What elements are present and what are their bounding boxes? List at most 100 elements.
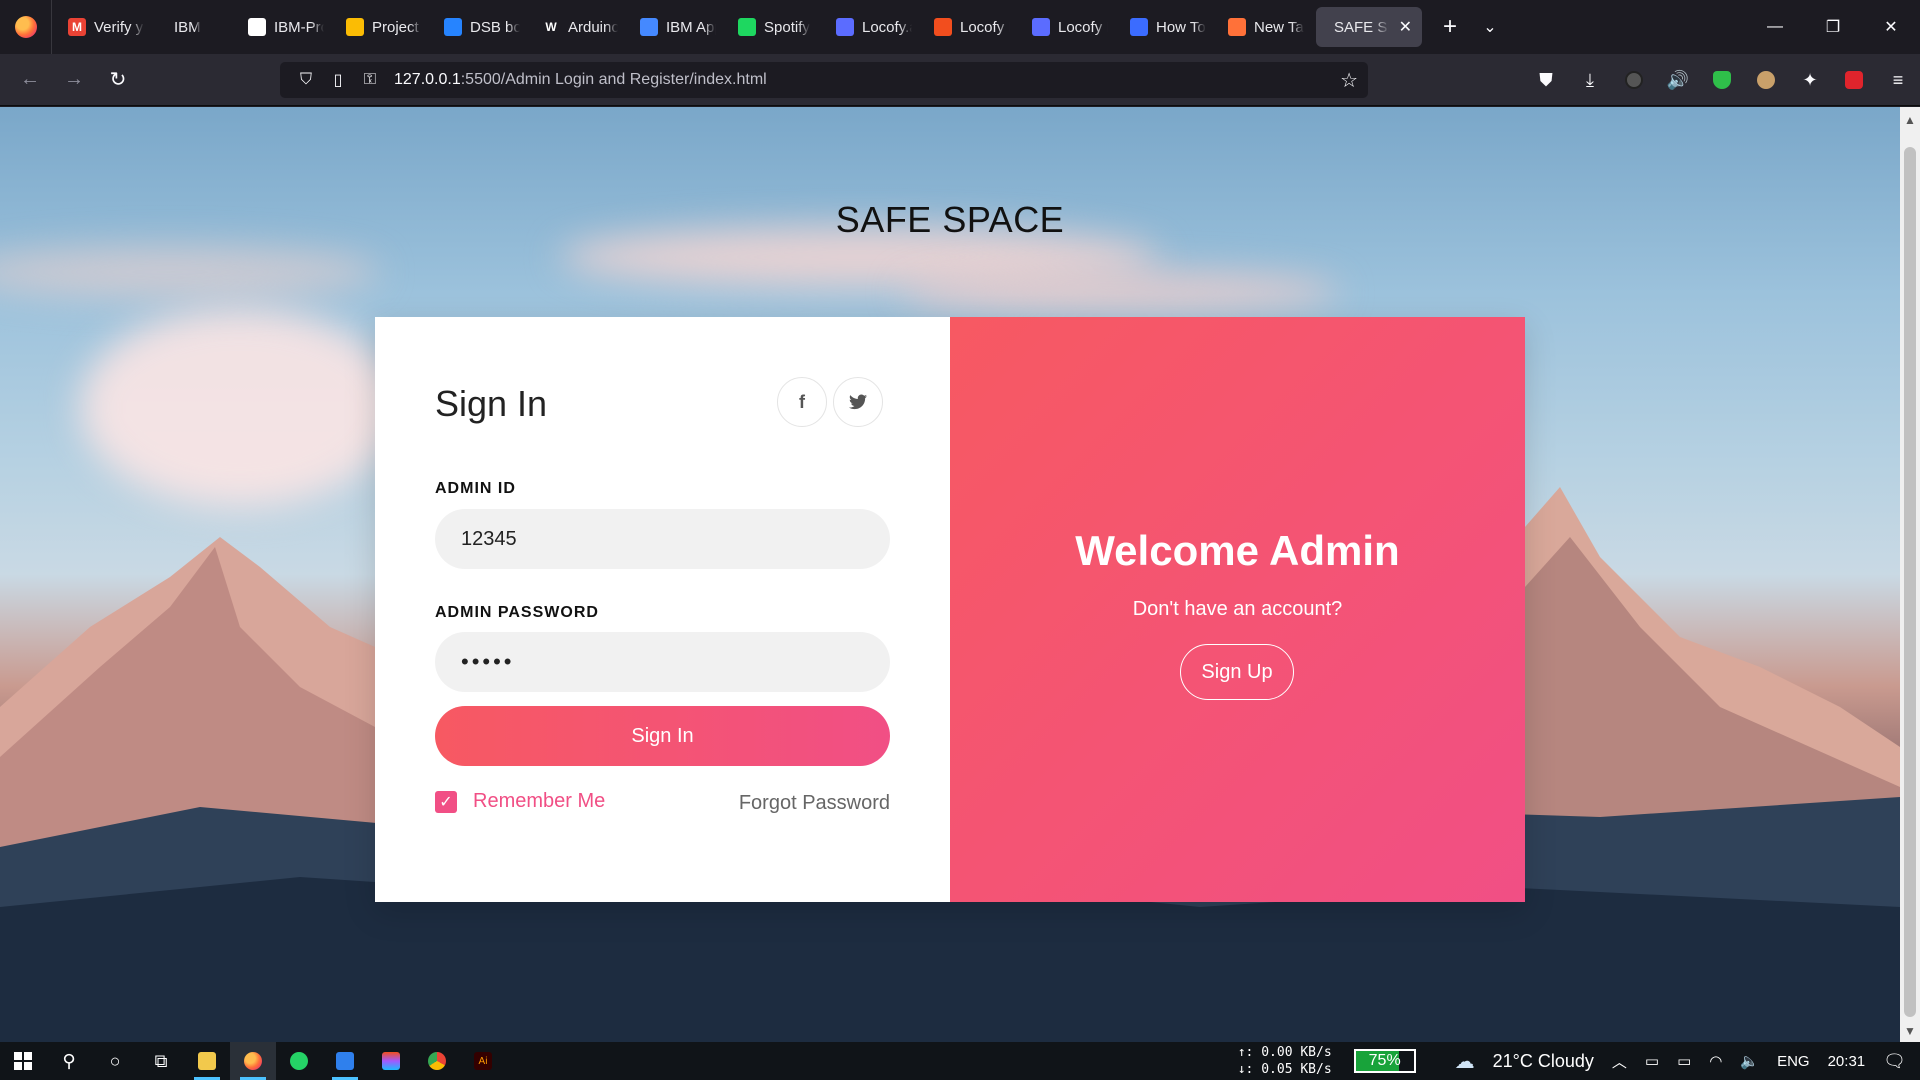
- clock[interactable]: 20:31: [1828, 1053, 1866, 1070]
- tab-title: New Tab: [1254, 18, 1304, 36]
- page-icon[interactable]: ▯: [322, 70, 354, 90]
- gmail-icon: M: [68, 18, 86, 36]
- language-indicator[interactable]: ENG: [1777, 1053, 1810, 1070]
- tab-bar: M Verify yo IBM IBM-Pro Project T DSB boa W Ard…: [0, 0, 1920, 54]
- tab[interactable]: IBM: [156, 7, 236, 47]
- url-text[interactable]: 127.0.0.1:5500/Admin Login and Register/…: [394, 71, 767, 89]
- firefox-icon: [1228, 18, 1246, 36]
- tab[interactable]: New Tab: [1218, 7, 1314, 47]
- cloud-weather-icon[interactable]: ☁: [1455, 1049, 1475, 1074]
- twitter-icon[interactable]: [833, 377, 883, 427]
- sign-in-button[interactable]: Sign In: [435, 706, 890, 766]
- cortana-icon[interactable]: ○: [92, 1042, 138, 1080]
- scroll-up-arrow-icon[interactable]: ▲: [1900, 113, 1920, 127]
- windows-start-icon[interactable]: [0, 1042, 46, 1080]
- tab-title: IBM: [174, 18, 201, 36]
- wifi-icon[interactable]: ◠: [1709, 1052, 1722, 1070]
- tab[interactable]: Spotify: [728, 7, 824, 47]
- pocket-icon[interactable]: ⛊: [1524, 58, 1568, 102]
- url-path: :5500/Admin Login and Register/index.htm…: [460, 71, 767, 88]
- wix-icon: W: [542, 18, 560, 36]
- tab[interactable]: DSB boa: [434, 7, 530, 47]
- tab-title: IBM-Pro: [274, 18, 324, 36]
- shield-icon[interactable]: ⛉: [290, 71, 322, 89]
- remember-me-checkbox[interactable]: ✓: [435, 790, 457, 813]
- extension-dark-icon[interactable]: [1612, 58, 1656, 102]
- speaker-icon[interactable]: 🔈: [1740, 1052, 1759, 1070]
- net-upload-speed: ↑: 0.00 KB/s: [1237, 1045, 1332, 1060]
- admin-password-input[interactable]: •••••: [435, 632, 890, 692]
- tab[interactable]: W Arduino: [532, 7, 628, 47]
- page-scrollbar[interactable]: ▲ ▼: [1900, 107, 1920, 1042]
- minimize-button[interactable]: —: [1746, 0, 1804, 54]
- tab-title: SAFE SPAC: [1334, 18, 1389, 36]
- tab-title: Spotify: [764, 18, 810, 36]
- back-button[interactable]: ←: [8, 58, 52, 102]
- tab[interactable]: Locofy F: [924, 7, 1020, 47]
- sign-up-button[interactable]: Sign Up: [1180, 644, 1294, 700]
- compass-icon: [1130, 18, 1148, 36]
- page-viewport: SAFE SPACE Sign In f ADMIN ID 12345 ADMI…: [0, 107, 1900, 1042]
- toolbar-right: ⛊ ⤓ 🔊 ✦ ≡: [1524, 54, 1920, 106]
- tab[interactable]: Project T: [336, 7, 432, 47]
- key-icon[interactable]: ⚿: [354, 71, 386, 89]
- scroll-down-arrow-icon[interactable]: ▼: [1900, 1024, 1920, 1038]
- url-bar[interactable]: ⛉ ▯ ⚿ 127.0.0.1:5500/Admin Login and Reg…: [280, 62, 1368, 98]
- tab[interactable]: Locofy B: [1022, 7, 1118, 47]
- forward-button[interactable]: →: [52, 58, 96, 102]
- task-view-icon[interactable]: ⧉: [138, 1042, 184, 1080]
- volume-icon[interactable]: 🔊: [1656, 58, 1700, 102]
- remember-me-label[interactable]: Remember Me: [473, 790, 605, 813]
- facebook-icon[interactable]: f: [777, 377, 827, 427]
- close-window-button[interactable]: ✕: [1862, 0, 1920, 54]
- lock-extension-icon[interactable]: [1832, 58, 1876, 102]
- close-tab-icon[interactable]: ✕: [1399, 17, 1412, 37]
- tab-active[interactable]: SAFE SPAC ✕: [1316, 7, 1422, 47]
- adblock-shield-icon[interactable]: [1700, 58, 1744, 102]
- illustrator-icon[interactable]: Ai: [460, 1042, 506, 1080]
- admin-id-label: ADMIN ID: [435, 480, 516, 497]
- scrollbar-thumb[interactable]: [1904, 147, 1916, 1017]
- admin-id-input[interactable]: 12345: [435, 509, 890, 569]
- list-all-tabs-button[interactable]: ⌄: [1470, 7, 1510, 47]
- meet-now-icon[interactable]: ▭: [1645, 1052, 1659, 1070]
- tab-title: IBM App: [666, 18, 716, 36]
- github-icon: [248, 18, 266, 36]
- tab[interactable]: M Verify yo: [58, 7, 154, 47]
- search-icon[interactable]: ⚲: [46, 1042, 92, 1080]
- tab-title: Arduino: [568, 18, 618, 36]
- battery-icon[interactable]: ▭: [1677, 1052, 1691, 1070]
- owl-extension-icon[interactable]: [1744, 58, 1788, 102]
- sign-in-panel: Sign In f ADMIN ID 12345 ADMIN PASSWORD …: [375, 317, 950, 902]
- whatsapp-icon[interactable]: [276, 1042, 322, 1080]
- reload-button[interactable]: ↻: [96, 58, 140, 102]
- vscode-icon[interactable]: [322, 1042, 368, 1080]
- locofy-icon: [1032, 18, 1050, 36]
- tab[interactable]: IBM-Pro: [238, 7, 334, 47]
- firefox-view-button[interactable]: [0, 0, 52, 54]
- firefox-taskbar-icon[interactable]: [230, 1042, 276, 1080]
- weather-text[interactable]: 21°C Cloudy: [1493, 1051, 1594, 1072]
- download-icon[interactable]: ⤓: [1568, 58, 1612, 102]
- tab-title: Locofy F: [960, 18, 1010, 36]
- forgot-password-link[interactable]: Forgot Password: [739, 792, 890, 815]
- file-explorer-icon[interactable]: [184, 1042, 230, 1080]
- chevron-up-icon[interactable]: ︿: [1612, 1051, 1627, 1072]
- tab[interactable]: Locofy.a: [826, 7, 922, 47]
- chrome-icon[interactable]: [414, 1042, 460, 1080]
- battery-percent: 75%: [1368, 1052, 1401, 1069]
- restore-button[interactable]: ❐: [1804, 0, 1862, 54]
- notifications-icon[interactable]: 🗨: [1883, 1051, 1906, 1072]
- figma-icon[interactable]: [368, 1042, 414, 1080]
- battery-meter[interactable]: 75%: [1353, 1049, 1416, 1073]
- hamburger-menu-icon[interactable]: ≡: [1876, 58, 1920, 102]
- extension-puzzle-icon[interactable]: ✦: [1788, 58, 1832, 102]
- remember-me[interactable]: ✓ Remember Me: [435, 790, 605, 813]
- tab[interactable]: IBM App: [630, 7, 726, 47]
- bookmark-star-icon[interactable]: ☆: [1340, 68, 1358, 93]
- window-controls: — ❐ ✕: [1746, 0, 1920, 54]
- tab-title: How To: [1156, 18, 1206, 36]
- tab-title: DSB boa: [470, 18, 520, 36]
- new-tab-button[interactable]: +: [1430, 7, 1470, 47]
- tab[interactable]: How To: [1120, 7, 1216, 47]
